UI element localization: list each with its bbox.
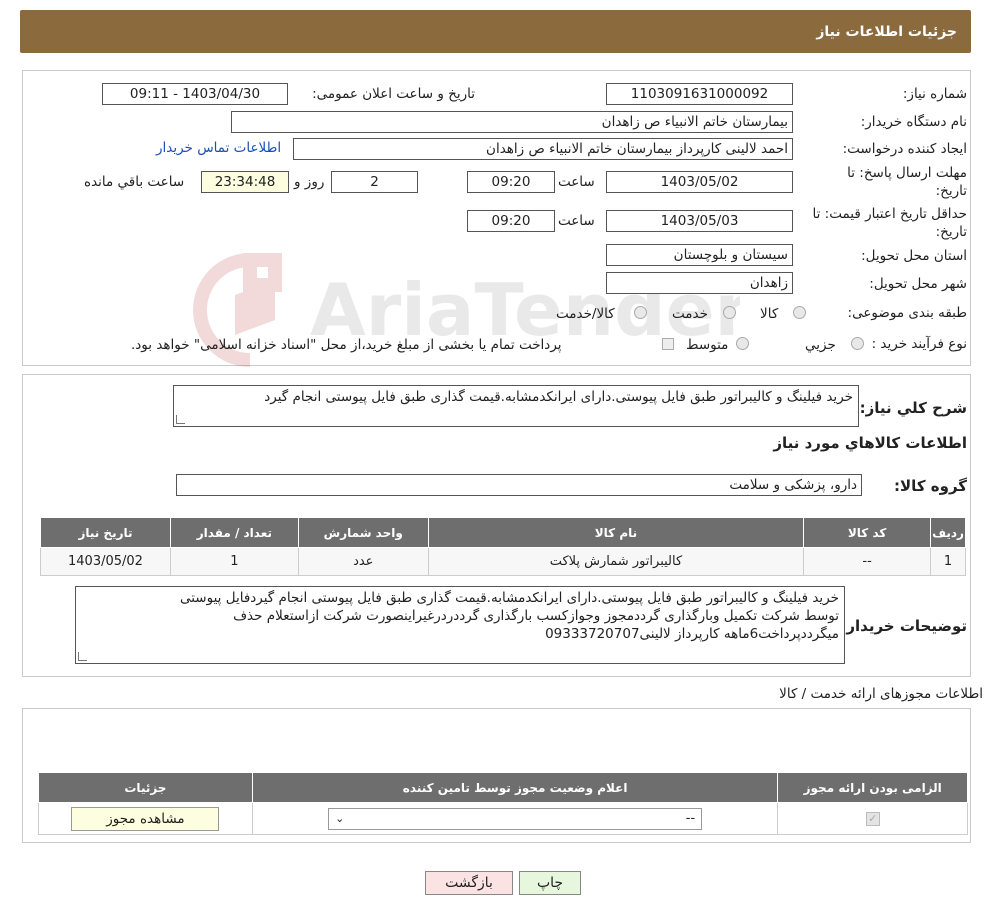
description-text: خرید فیلینگ و کالیبراتور طبق فایل پیوستی… — [264, 389, 853, 405]
city-label: شهر محل تحویل: — [869, 276, 967, 292]
goods-group-label: گروه کالا: — [894, 477, 967, 495]
remaining-time-field: 23:34:48 — [201, 171, 289, 193]
announce-label: تاریخ و ساعت اعلان عمومی: — [312, 86, 475, 102]
deadline-time-field: 09:20 — [467, 171, 555, 193]
permit-status-value: -- — [685, 811, 696, 826]
permits-title: اطلاعات مجوزهای ارائه خدمت / کالا — [779, 686, 983, 702]
col-permit-required: الزامی بودن ارائه مجوز — [777, 772, 968, 803]
cell-quantity: 1 — [169, 547, 299, 576]
category-label: طبقه بندی موضوعی: — [847, 305, 967, 321]
col-permit-details: جزئیات — [38, 772, 253, 803]
validity-time-field: 09:20 — [467, 210, 555, 232]
goods-table: رديف کد کالا نام کالا واحد شمارش تعداد /… — [40, 517, 966, 576]
category-goods-label: کالا — [760, 306, 779, 322]
buyer-notes-field: خرید فیلینگ و کالیبراتور طبق فایل پیوستی… — [75, 586, 845, 664]
process-minor-label: جزیي — [805, 337, 836, 353]
buyer-contact-link[interactable]: اطلاعات تماس خریدار — [156, 140, 281, 156]
table-row: ✓ ⌄ -- مشاهده مجوز — [38, 802, 968, 835]
deadline-label-date: تاریخ: — [935, 183, 967, 199]
need-number-field: 1103091631000092 — [606, 83, 793, 105]
permit-status-select[interactable]: ⌄ -- — [328, 807, 703, 830]
buyer-label: نام دستگاه خریدار: — [860, 114, 967, 130]
deadline-time-label: ساعت — [558, 174, 595, 190]
goods-table-header: رديف کد کالا نام کالا واحد شمارش تعداد /… — [40, 517, 966, 548]
province-label: استان محل تحویل: — [861, 248, 967, 264]
buyer-notes-line-1: خرید فیلینگ و کالیبراتور طبق فایل پیوستی… — [179, 590, 839, 606]
col-row-number: رديف — [930, 517, 966, 548]
process-note: پرداخت تمام یا بخشی از مبلغ خرید،از محل … — [131, 337, 562, 353]
validity-time-label: ساعت — [558, 213, 595, 229]
col-permit-status: اعلام وضعیت مجوز توسط تامین کننده — [251, 772, 779, 803]
deadline-date-field: 1403/05/02 — [606, 171, 793, 193]
resize-grip-icon[interactable] — [176, 415, 185, 424]
view-permit-button[interactable]: مشاهده مجوز — [71, 806, 220, 831]
chevron-down-icon: ⌄ — [335, 812, 345, 825]
buyer-notes-label: توضیحات خریدار: — [840, 617, 967, 635]
cell-item-name: کالیبراتور شمارش پلاکت — [427, 547, 805, 576]
buyer-notes-line-3: میگرددپرداخت6ماهه کارپرداز لالینی0933372… — [545, 626, 839, 642]
category-goods-service-radio[interactable] — [634, 306, 647, 319]
need-number-label: شماره نیاز: — [902, 86, 967, 102]
cell-row-number: 1 — [930, 547, 966, 576]
validity-label-date: تاریخ: — [935, 224, 967, 240]
buyer-notes-line-2: توسط شرکت تکمیل وبارگذاری گرددمجوز وجواز… — [233, 608, 839, 624]
page-header: جزئیات اطلاعات نیاز — [20, 10, 971, 53]
col-item-name: نام کالا — [427, 517, 805, 548]
description-field: خرید فیلینگ و کالیبراتور طبق فایل پیوستی… — [173, 385, 859, 427]
days-label: روز و — [294, 174, 325, 190]
buyer-field: بیمارستان خاتم الانبیاء ص زاهدان — [231, 111, 793, 133]
print-button[interactable]: چاپ — [519, 871, 581, 895]
process-medium-label: متوسط — [686, 337, 729, 353]
cell-permit-required: ✓ — [777, 802, 968, 835]
province-field: سیستان و بلوچستان — [606, 244, 793, 266]
category-goods-service-label: کالا/خدمت — [556, 306, 615, 322]
city-field: زاهدان — [606, 272, 793, 294]
page-title: جزئیات اطلاعات نیاز — [816, 23, 957, 40]
permits-table-header: الزامی بودن ارائه مجوز اعلام وضعیت مجوز … — [38, 772, 968, 803]
deadline-label: مهلت ارسال پاسخ: تا — [847, 165, 967, 181]
col-item-code: کد کالا — [803, 517, 932, 548]
category-service-label: خدمت — [672, 306, 708, 322]
validity-date-field: 1403/05/03 — [606, 210, 793, 232]
process-label: نوع فرآیند خرید : — [871, 336, 967, 352]
goods-group-field: دارو، پزشکی و سلامت — [176, 474, 862, 496]
col-quantity: تعداد / مقدار — [169, 517, 299, 548]
description-label: شرح کلي نياز: — [859, 399, 967, 417]
announce-field: 1403/04/30 - 09:11 — [102, 83, 288, 105]
col-unit: واحد شمارش — [297, 517, 429, 548]
table-row: 1 -- کالیبراتور شمارش پلاکت عدد 1 1403/0… — [40, 547, 966, 576]
creator-label: ایجاد کننده درخواست: — [842, 141, 967, 157]
back-button[interactable]: بازگشت — [425, 871, 513, 895]
permits-table: الزامی بودن ارائه مجوز اعلام وضعیت مجوز … — [38, 772, 968, 835]
remaining-label: ساعت باقي مانده — [84, 174, 185, 190]
permit-required-checkbox: ✓ — [865, 811, 880, 826]
resize-grip-icon[interactable] — [78, 652, 87, 661]
cell-permit-status: ⌄ -- — [251, 802, 779, 835]
process-medium-radio[interactable] — [736, 337, 749, 350]
goods-section-title: اطلاعات کالاهاي مورد نياز — [773, 434, 967, 452]
category-service-radio[interactable] — [723, 306, 736, 319]
col-need-date: تاریخ نیاز — [40, 517, 171, 548]
creator-field: احمد لالینی کارپرداز بیمارستان خاتم الان… — [293, 138, 793, 160]
validity-label: حداقل تاریخ اعتبار قیمت: تا — [812, 206, 967, 222]
process-minor-radio[interactable] — [851, 337, 864, 350]
cell-unit: عدد — [297, 547, 429, 576]
cell-item-code: -- — [803, 547, 932, 576]
cell-need-date: 1403/05/02 — [40, 547, 171, 576]
cell-permit-details: مشاهده مجوز — [38, 802, 253, 835]
process-checkbox[interactable] — [662, 338, 674, 350]
category-goods-radio[interactable] — [793, 306, 806, 319]
days-field: 2 — [331, 171, 418, 193]
